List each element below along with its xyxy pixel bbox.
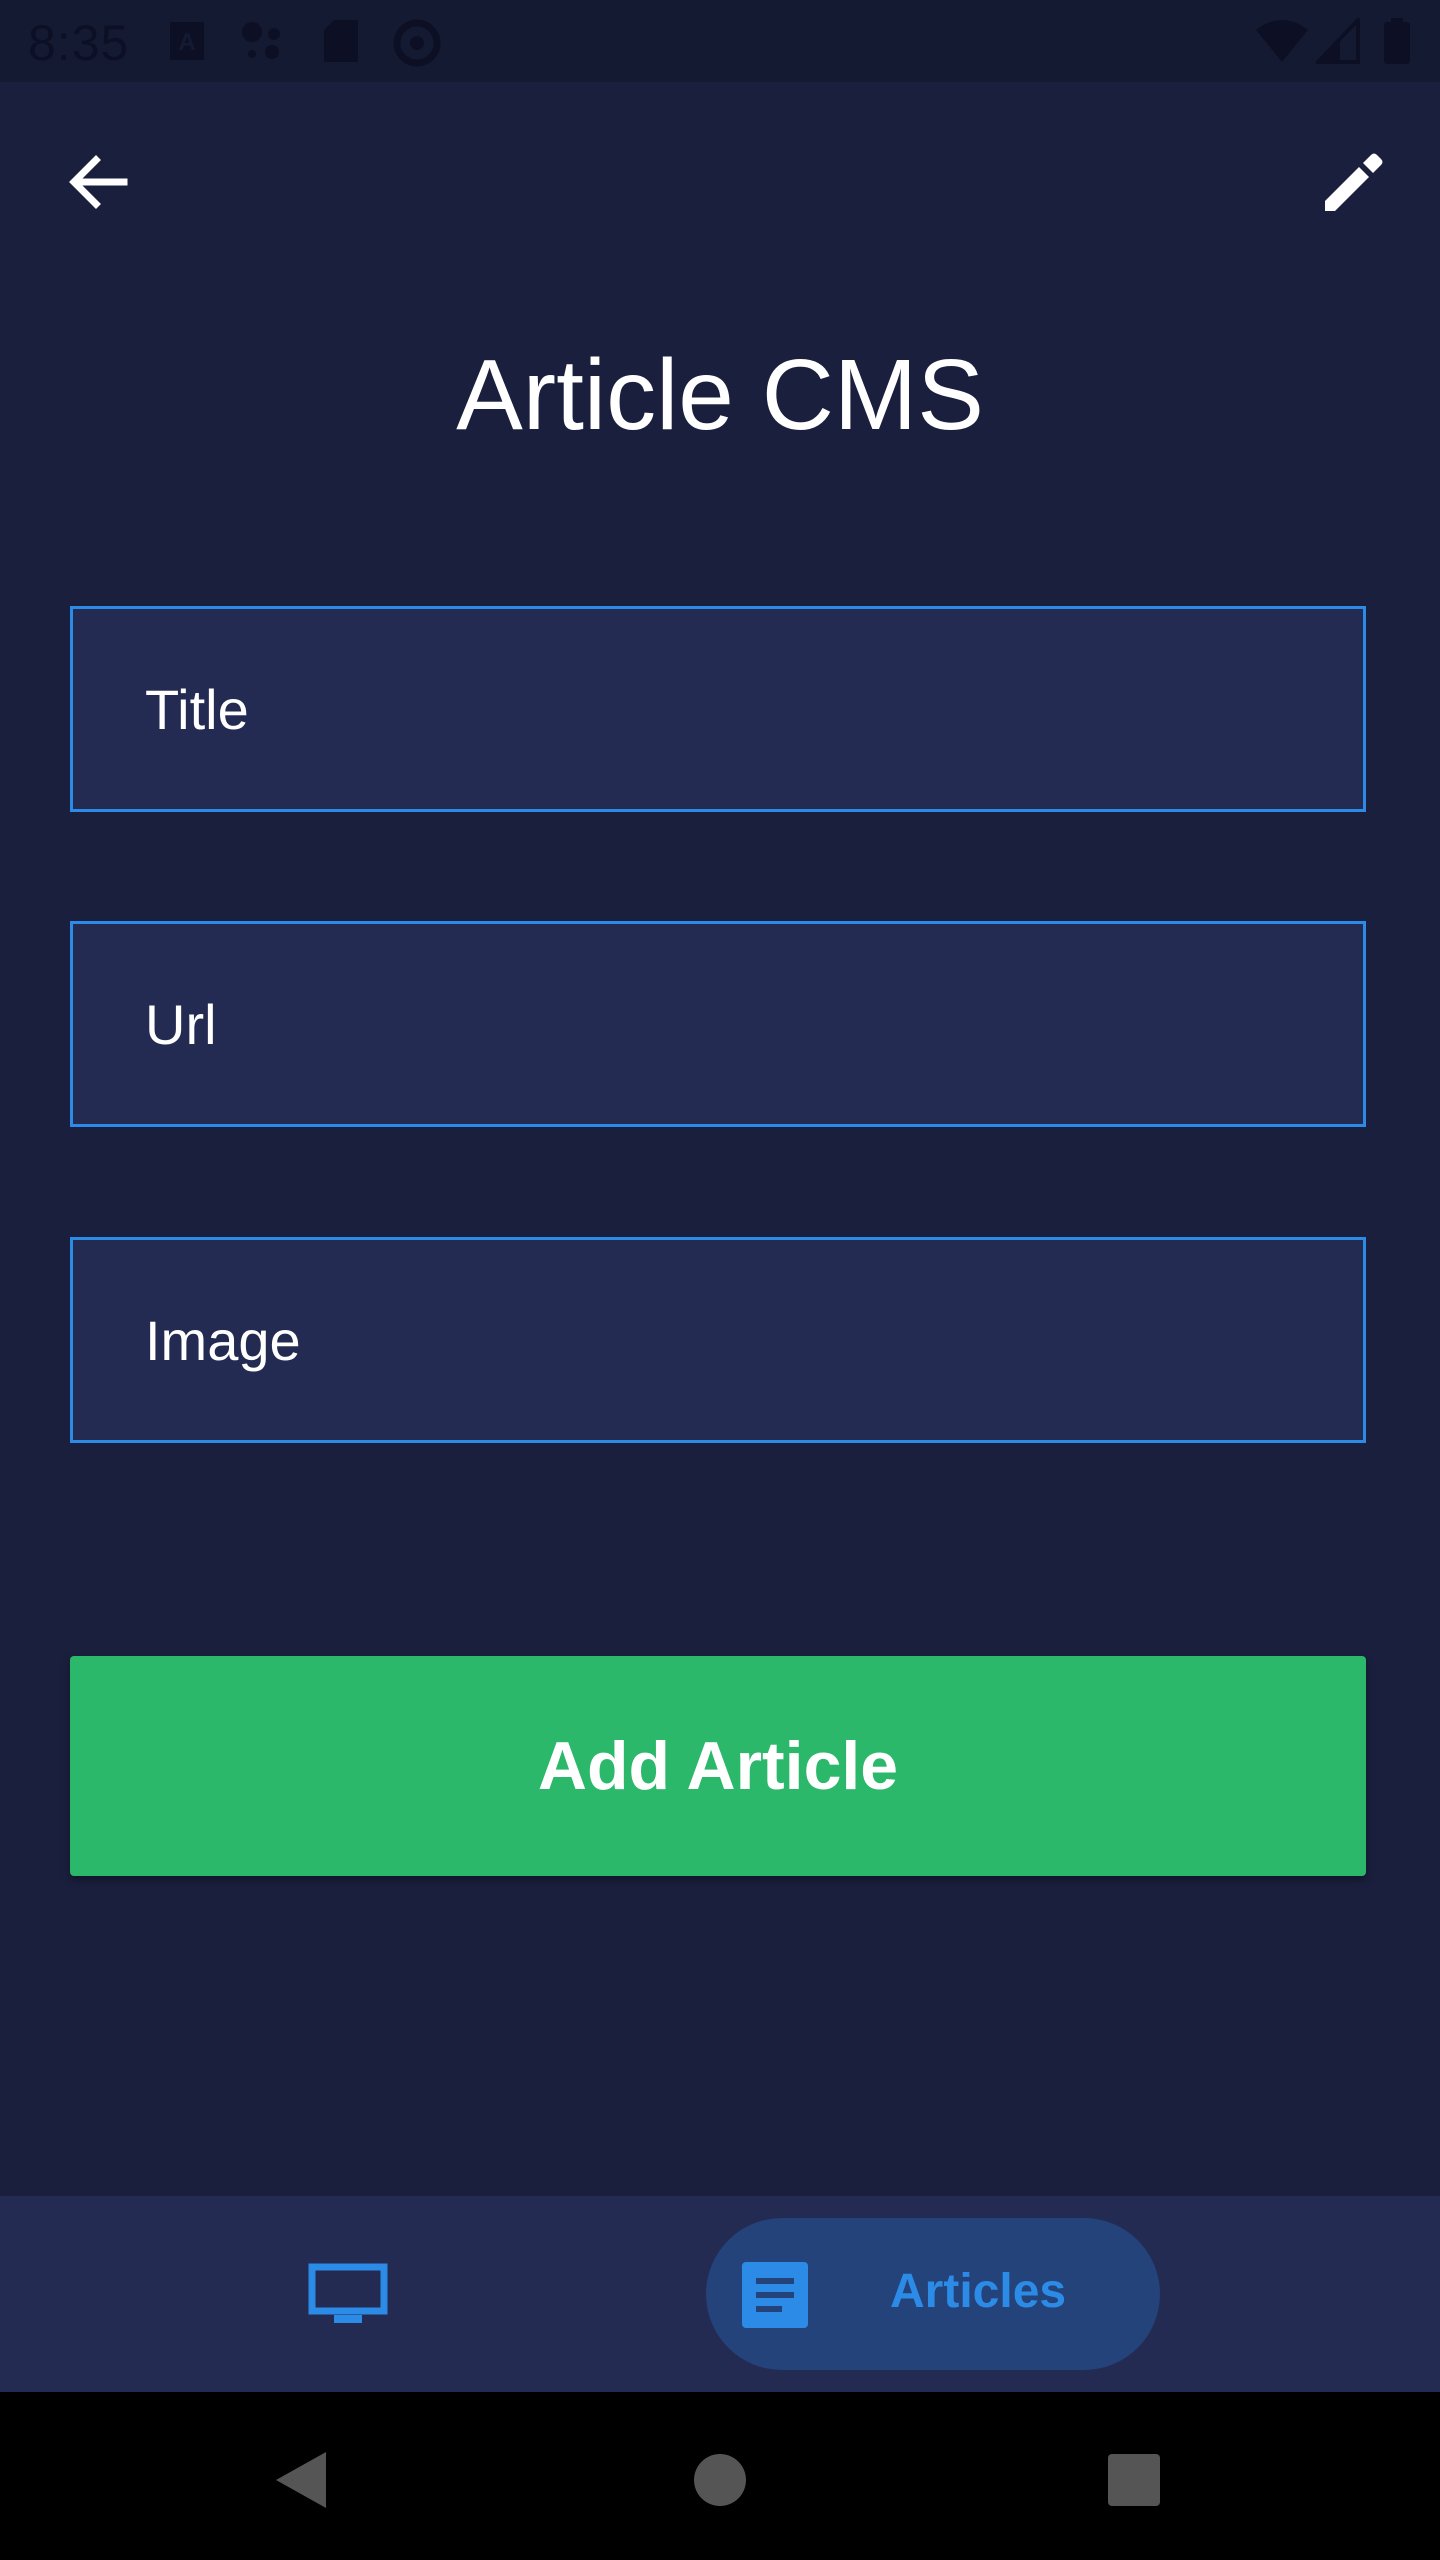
cell-signal-icon bbox=[1316, 18, 1360, 64]
url-field bbox=[70, 921, 1366, 1127]
battery-icon bbox=[1384, 18, 1410, 64]
edit-button[interactable] bbox=[1312, 140, 1396, 224]
article-icon bbox=[742, 2262, 808, 2328]
pencil-icon bbox=[1325, 153, 1383, 211]
monitor-icon bbox=[308, 2263, 388, 2323]
image-field bbox=[70, 1237, 1366, 1443]
nav-item-articles[interactable]: Articles bbox=[706, 2218, 1160, 2370]
square-recents-icon bbox=[1108, 2454, 1160, 2506]
title-field bbox=[70, 606, 1366, 812]
back-button[interactable] bbox=[56, 140, 140, 224]
circle-home-icon bbox=[694, 2454, 746, 2506]
sd-card-icon bbox=[324, 20, 358, 62]
status-bar: 8:35 A bbox=[0, 0, 1440, 82]
system-home-button[interactable] bbox=[680, 2440, 760, 2520]
system-back-button[interactable] bbox=[260, 2440, 340, 2520]
svg-text:A: A bbox=[178, 29, 195, 56]
triangle-back-icon bbox=[276, 2452, 326, 2508]
page-title: Article CMS bbox=[456, 339, 984, 451]
add-article-button[interactable]: Add Article bbox=[70, 1656, 1366, 1876]
assistant-icon bbox=[242, 22, 280, 59]
do-not-disturb-icon bbox=[393, 19, 441, 67]
screen: 8:35 A Article CMS Title Url Image Add A… bbox=[0, 0, 1440, 2560]
url-input[interactable] bbox=[73, 924, 1363, 1124]
image-input[interactable] bbox=[73, 1240, 1363, 1440]
a-badge-icon: A bbox=[170, 22, 204, 60]
system-recents-button[interactable] bbox=[1094, 2440, 1174, 2520]
wifi-icon bbox=[1256, 20, 1308, 62]
nav-item-monitor[interactable] bbox=[290, 2240, 406, 2350]
status-time: 8:35 bbox=[28, 15, 130, 71]
arrow-left-icon bbox=[69, 155, 128, 209]
nav-item-articles-label: Articles bbox=[890, 2265, 1067, 2318]
title-input[interactable] bbox=[73, 609, 1363, 809]
